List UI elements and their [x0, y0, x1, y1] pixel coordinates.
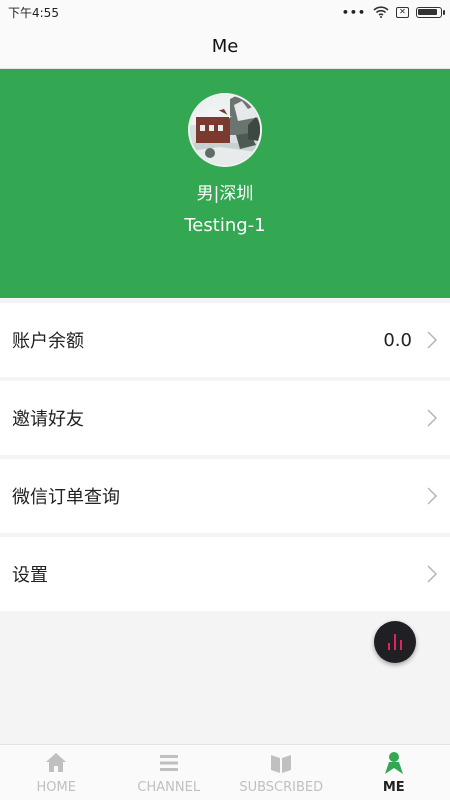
tab-subscribed[interactable]: SUBSCRIBED: [225, 745, 338, 800]
profile-card: 男|深圳 Testing-1: [0, 69, 450, 298]
chevron-right-icon: [427, 409, 438, 427]
menu-row-wechat-orders[interactable]: 微信订单查询: [0, 459, 450, 533]
tab-me[interactable]: ME: [338, 745, 450, 800]
avatar-photo: [190, 95, 260, 165]
home-icon: [46, 753, 67, 772]
profile-gender-city: 男|深圳: [196, 184, 254, 204]
tab-me-label: ME: [382, 780, 405, 795]
profile-name: Testing-1: [184, 215, 266, 236]
tab-channel-label: CHANNEL: [137, 780, 201, 795]
chevron-right-icon: [427, 331, 438, 349]
menu-row-settings[interactable]: 设置: [0, 537, 450, 611]
invite-label: 邀请好友: [12, 409, 84, 430]
status-icons: ••• ✕: [341, 5, 445, 19]
subscribed-icon: [271, 755, 292, 773]
no-sim-icon: ✕: [396, 6, 409, 18]
tab-home[interactable]: HOME: [0, 745, 113, 800]
balance-label: 账户余额: [12, 331, 84, 352]
audio-bars-icon: [388, 634, 402, 650]
battery-icon: [416, 6, 445, 18]
tab-home-label: HOME: [36, 780, 76, 795]
page-title: Me: [211, 35, 239, 57]
menu-row-balance[interactable]: 账户余额 0.0: [0, 303, 450, 377]
menu-row-invite[interactable]: 邀请好友: [0, 381, 450, 455]
more-dots-icon: •••: [341, 5, 366, 19]
app-header: Me: [0, 24, 450, 69]
tab-subscribed-label: SUBSCRIBED: [239, 780, 324, 795]
chevron-right-icon: [427, 487, 438, 505]
battery-fill: [418, 8, 437, 15]
me-icon: [384, 752, 403, 774]
wechat-orders-label: 微信订单查询: [12, 487, 120, 508]
bottom-tab-bar: HOME CHANNEL SUBSCRIBED ME: [0, 744, 450, 800]
settings-label: 设置: [12, 565, 48, 586]
status-time: 下午4:55: [8, 5, 59, 20]
tab-channel[interactable]: CHANNEL: [113, 745, 226, 800]
chevron-right-icon: [427, 565, 438, 583]
status-bar: 下午4:55 ••• ✕: [0, 0, 450, 24]
wifi-icon: [373, 6, 389, 18]
floating-audio-button[interactable]: [374, 621, 416, 663]
channel-icon: [159, 755, 178, 771]
avatar[interactable]: [188, 93, 262, 167]
balance-value: 0.0: [383, 329, 412, 351]
